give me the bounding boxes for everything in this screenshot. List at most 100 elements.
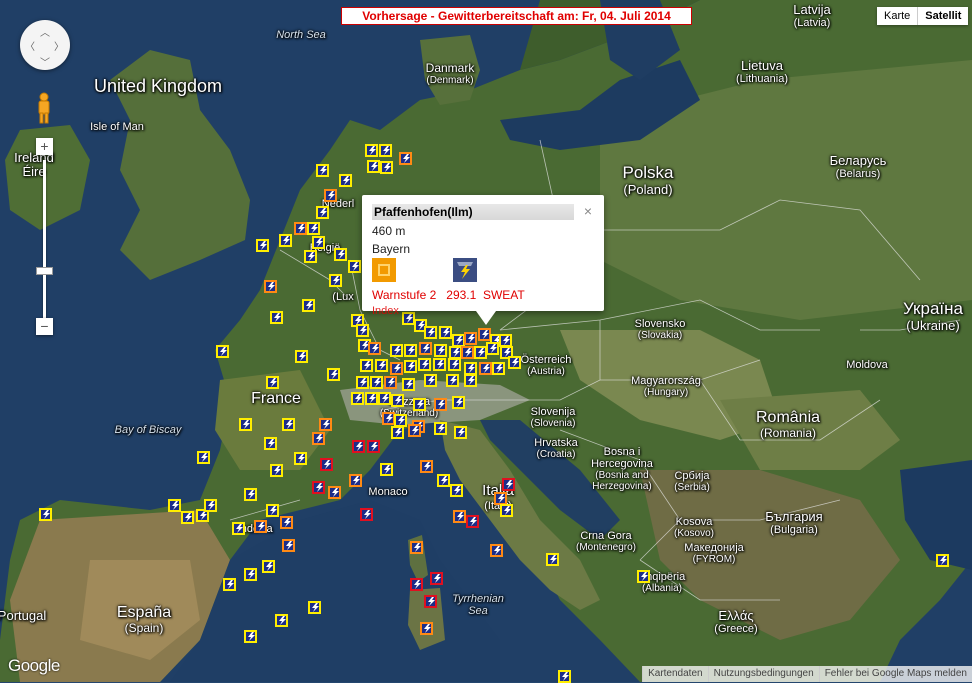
storm-marker[interactable] <box>410 541 423 554</box>
storm-marker[interactable] <box>216 345 229 358</box>
storm-marker[interactable] <box>379 144 392 157</box>
storm-marker[interactable] <box>351 392 364 405</box>
storm-marker[interactable] <box>244 630 257 643</box>
storm-marker[interactable] <box>244 568 257 581</box>
storm-marker[interactable] <box>360 508 373 521</box>
storm-marker[interactable] <box>239 418 252 431</box>
kartendaten-link[interactable]: Kartendaten <box>642 666 708 682</box>
storm-marker[interactable] <box>450 484 463 497</box>
storm-marker[interactable] <box>454 426 467 439</box>
storm-marker[interactable] <box>262 560 275 573</box>
storm-marker[interactable] <box>302 299 315 312</box>
storm-marker[interactable] <box>410 578 423 591</box>
zoom-in-button[interactable]: + <box>36 138 53 155</box>
storm-marker[interactable] <box>490 544 503 557</box>
storm-marker[interactable] <box>399 152 412 165</box>
storm-marker[interactable] <box>446 374 459 387</box>
storm-marker[interactable] <box>244 488 257 501</box>
storm-marker[interactable] <box>430 572 443 585</box>
storm-marker[interactable] <box>419 342 432 355</box>
storm-marker[interactable] <box>367 440 380 453</box>
storm-marker[interactable] <box>334 248 347 261</box>
storm-marker[interactable] <box>339 174 352 187</box>
storm-marker[interactable] <box>424 326 437 339</box>
storm-marker[interactable] <box>384 376 397 389</box>
storm-marker[interactable] <box>356 376 369 389</box>
storm-marker[interactable] <box>492 362 505 375</box>
storm-marker[interactable] <box>294 452 307 465</box>
storm-marker[interactable] <box>464 332 477 345</box>
storm-marker[interactable] <box>320 458 333 471</box>
storm-marker[interactable] <box>464 374 477 387</box>
zoom-out-button[interactable]: − <box>36 318 53 335</box>
storm-marker[interactable] <box>461 346 474 359</box>
storm-marker[interactable] <box>936 554 949 567</box>
street-view-pegman-icon[interactable] <box>35 92 53 126</box>
storm-marker[interactable] <box>370 376 383 389</box>
storm-marker[interactable] <box>380 161 393 174</box>
satellite-map[interactable] <box>0 0 972 682</box>
storm-marker[interactable] <box>390 362 403 375</box>
storm-marker[interactable] <box>295 350 308 363</box>
storm-marker[interactable] <box>420 460 433 473</box>
storm-marker[interactable] <box>168 499 181 512</box>
storm-marker[interactable] <box>266 504 279 517</box>
storm-marker[interactable] <box>424 374 437 387</box>
pan-down-icon[interactable]: ﹀ <box>40 54 50 69</box>
storm-marker[interactable] <box>391 394 404 407</box>
storm-marker[interactable] <box>479 362 492 375</box>
storm-marker[interactable] <box>232 522 245 535</box>
storm-marker[interactable] <box>390 344 403 357</box>
storm-marker[interactable] <box>365 144 378 157</box>
storm-marker[interactable] <box>502 478 515 491</box>
storm-marker[interactable] <box>352 440 365 453</box>
storm-marker[interactable] <box>327 368 340 381</box>
storm-marker[interactable] <box>380 463 393 476</box>
storm-marker[interactable] <box>266 376 279 389</box>
map-type-map-button[interactable]: Karte <box>877 7 917 25</box>
pan-right-icon[interactable]: 〉 <box>54 38 64 53</box>
storm-marker[interactable] <box>437 474 450 487</box>
storm-marker[interactable] <box>439 326 452 339</box>
storm-marker[interactable] <box>348 260 361 273</box>
storm-marker[interactable] <box>434 422 447 435</box>
storm-marker[interactable] <box>466 515 479 528</box>
storm-marker[interactable] <box>254 520 267 533</box>
storm-marker[interactable] <box>294 222 307 235</box>
storm-marker[interactable] <box>264 280 277 293</box>
storm-marker[interactable] <box>508 356 521 369</box>
storm-marker[interactable] <box>375 359 388 372</box>
storm-marker[interactable] <box>448 358 461 371</box>
pan-control[interactable]: ︿ ﹀ 〈 〉 <box>20 20 70 70</box>
storm-marker[interactable] <box>329 274 342 287</box>
nutzungsbedingungen-link[interactable]: Nutzungsbedingungen <box>707 666 819 682</box>
storm-marker[interactable] <box>282 539 295 552</box>
storm-marker[interactable] <box>204 499 217 512</box>
storm-marker[interactable] <box>453 510 466 523</box>
storm-marker[interactable] <box>275 614 288 627</box>
storm-marker[interactable] <box>433 358 446 371</box>
report-error-link[interactable]: Fehler bei Google Maps melden <box>818 666 972 682</box>
storm-marker[interactable] <box>424 595 437 608</box>
storm-marker[interactable] <box>546 553 559 566</box>
storm-marker[interactable] <box>486 342 499 355</box>
storm-marker[interactable] <box>197 451 210 464</box>
storm-marker[interactable] <box>367 160 380 173</box>
storm-marker[interactable] <box>324 189 337 202</box>
map-type-satellite-button[interactable]: Satellit <box>917 7 968 25</box>
storm-marker[interactable] <box>312 432 325 445</box>
storm-marker[interactable] <box>434 344 447 357</box>
storm-marker[interactable] <box>408 424 421 437</box>
storm-marker[interactable] <box>452 396 465 409</box>
storm-marker[interactable] <box>349 474 362 487</box>
storm-marker[interactable] <box>316 164 329 177</box>
zoom-slider-track[interactable] <box>43 160 46 320</box>
storm-marker[interactable] <box>181 511 194 524</box>
storm-marker[interactable] <box>304 250 317 263</box>
storm-marker[interactable] <box>413 398 426 411</box>
pan-left-icon[interactable]: 〈 <box>25 38 35 53</box>
storm-marker[interactable] <box>282 418 295 431</box>
pan-up-icon[interactable]: ︿ <box>40 24 50 39</box>
storm-marker[interactable] <box>307 222 320 235</box>
storm-marker[interactable] <box>404 360 417 373</box>
